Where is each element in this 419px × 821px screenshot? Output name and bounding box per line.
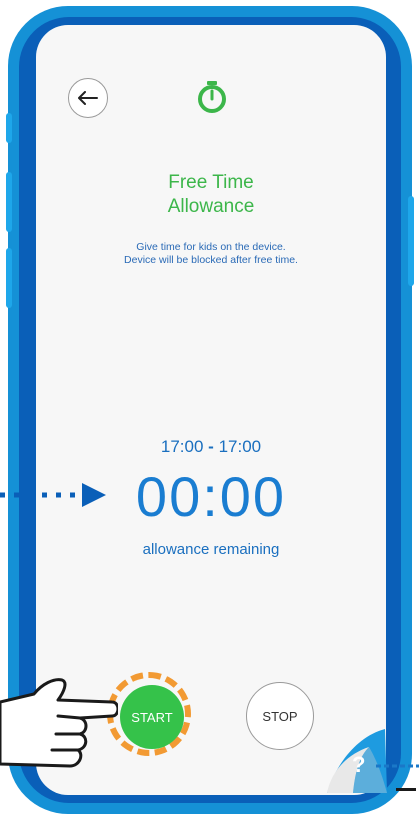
- time-range: 17:00 - 17:00: [36, 437, 386, 457]
- description-line-2: Device will be blocked after free time.: [124, 254, 298, 266]
- side-button: [6, 172, 12, 232]
- side-button: [6, 248, 12, 308]
- back-button[interactable]: [68, 78, 108, 118]
- help-pointer-line: [376, 764, 419, 768]
- start-button[interactable]: START: [120, 685, 184, 749]
- help-button[interactable]: ?: [352, 752, 365, 778]
- range-separator: -: [208, 437, 214, 456]
- pointing-hand-icon: [0, 678, 118, 768]
- description-line-1: Give time for kids on the device.: [136, 241, 286, 253]
- title-line-1: Free Time: [168, 172, 254, 193]
- description: Give time for kids on the device. Device…: [36, 241, 386, 267]
- arrow-left-icon: [78, 91, 98, 105]
- countdown-caption: allowance remaining: [142, 541, 280, 558]
- range-start: 17:00: [160, 437, 204, 456]
- title-line-2: Allowance: [167, 196, 255, 217]
- stopwatch-icon: [198, 81, 226, 113]
- dotted-arrow-icon: [0, 483, 106, 507]
- page-title: Free Time Allowance: [36, 171, 386, 219]
- help-underline: [396, 788, 416, 791]
- stop-button[interactable]: STOP: [246, 682, 314, 750]
- range-end: 17:00: [218, 437, 262, 456]
- side-button: [6, 113, 12, 143]
- side-button: [408, 196, 414, 286]
